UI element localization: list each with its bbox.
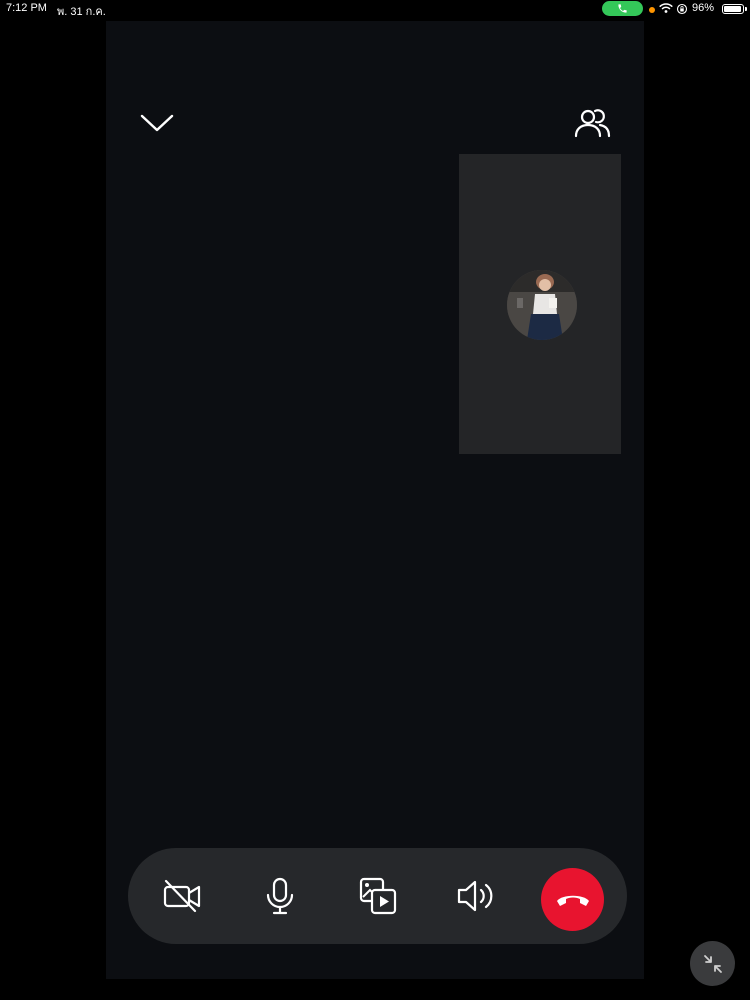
battery-icon xyxy=(722,4,744,14)
collapse-call-button[interactable] xyxy=(139,110,175,136)
avatar-photo xyxy=(507,270,577,340)
active-call-pill[interactable] xyxy=(602,1,643,16)
phone-hangup-icon xyxy=(556,895,589,906)
participants-button[interactable] xyxy=(572,104,614,142)
media-share-icon xyxy=(359,877,397,915)
phone-icon xyxy=(618,4,627,13)
minimize-arrows-icon xyxy=(703,954,722,973)
status-bar: 7:12 PM พ. 31 ก.ค. 96% xyxy=(0,0,750,18)
people-icon xyxy=(574,109,611,138)
call-control-bar xyxy=(128,848,627,944)
speaker-button[interactable] xyxy=(451,872,499,920)
status-time: 7:12 PM xyxy=(6,2,47,14)
battery-percent: 96% xyxy=(692,2,715,14)
end-call-button[interactable] xyxy=(541,868,604,931)
chevron-down-icon xyxy=(140,114,174,132)
rotation-lock-icon xyxy=(676,3,688,15)
privacy-indicator-dot xyxy=(649,7,655,13)
remote-participant-tile[interactable] xyxy=(459,154,621,454)
battery-cap xyxy=(745,7,747,11)
microphone-button[interactable] xyxy=(256,872,304,920)
wifi-icon xyxy=(659,3,673,13)
camera-toggle-button[interactable] xyxy=(158,872,206,920)
minimize-button[interactable] xyxy=(690,941,735,986)
video-off-icon xyxy=(163,879,201,913)
microphone-icon xyxy=(266,877,294,915)
status-date: พ. 31 ก.ค. xyxy=(57,6,106,18)
speaker-icon xyxy=(457,880,493,912)
share-media-button[interactable] xyxy=(354,872,402,920)
avatar xyxy=(507,270,577,340)
